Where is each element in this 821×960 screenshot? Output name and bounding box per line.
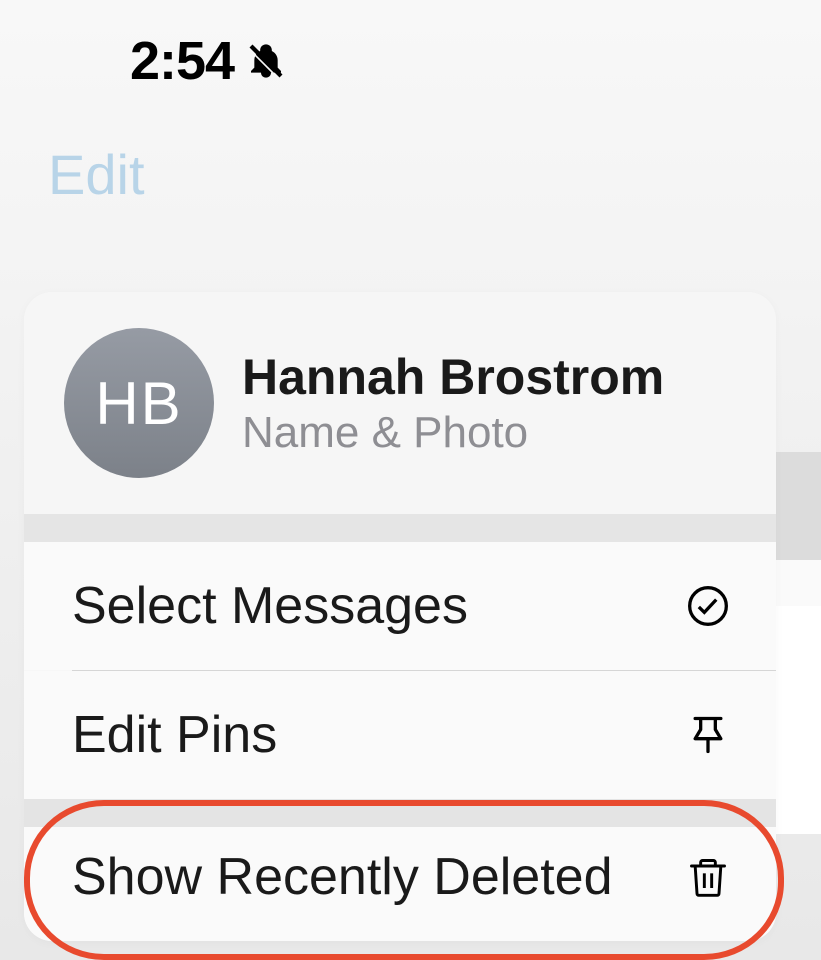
background-stripe	[776, 606, 821, 834]
profile-name: Hannah Brostrom	[242, 348, 664, 406]
trash-icon	[686, 855, 730, 899]
profile-info: Hannah Brostrom Name & Photo	[242, 348, 664, 458]
edit-menu-card: HB Hannah Brostrom Name & Photo Select M…	[24, 292, 776, 941]
select-messages-row[interactable]: Select Messages	[24, 542, 776, 670]
profile-row[interactable]: HB Hannah Brostrom Name & Photo	[24, 292, 776, 514]
edit-button[interactable]: Edit	[48, 143, 145, 206]
show-recently-deleted-row[interactable]: Show Recently Deleted	[24, 827, 776, 941]
profile-subtitle: Name & Photo	[242, 408, 664, 458]
nav-header: Edit	[0, 112, 821, 237]
avatar: HB	[64, 328, 214, 478]
section-divider	[24, 799, 776, 827]
edit-pins-row[interactable]: Edit Pins	[24, 671, 776, 799]
section-divider	[24, 514, 776, 542]
avatar-initials: HB	[95, 369, 182, 438]
status-bar: 2:54	[0, 0, 821, 112]
status-time: 2:54	[130, 30, 234, 92]
background-stripe	[776, 560, 821, 606]
checkmark-circle-icon	[686, 584, 730, 628]
bell-slash-icon	[246, 41, 286, 81]
select-messages-label: Select Messages	[72, 576, 468, 636]
pin-icon	[686, 713, 730, 757]
show-recently-deleted-label: Show Recently Deleted	[72, 847, 613, 907]
background-stripe	[776, 452, 821, 560]
edit-pins-label: Edit Pins	[72, 705, 277, 765]
